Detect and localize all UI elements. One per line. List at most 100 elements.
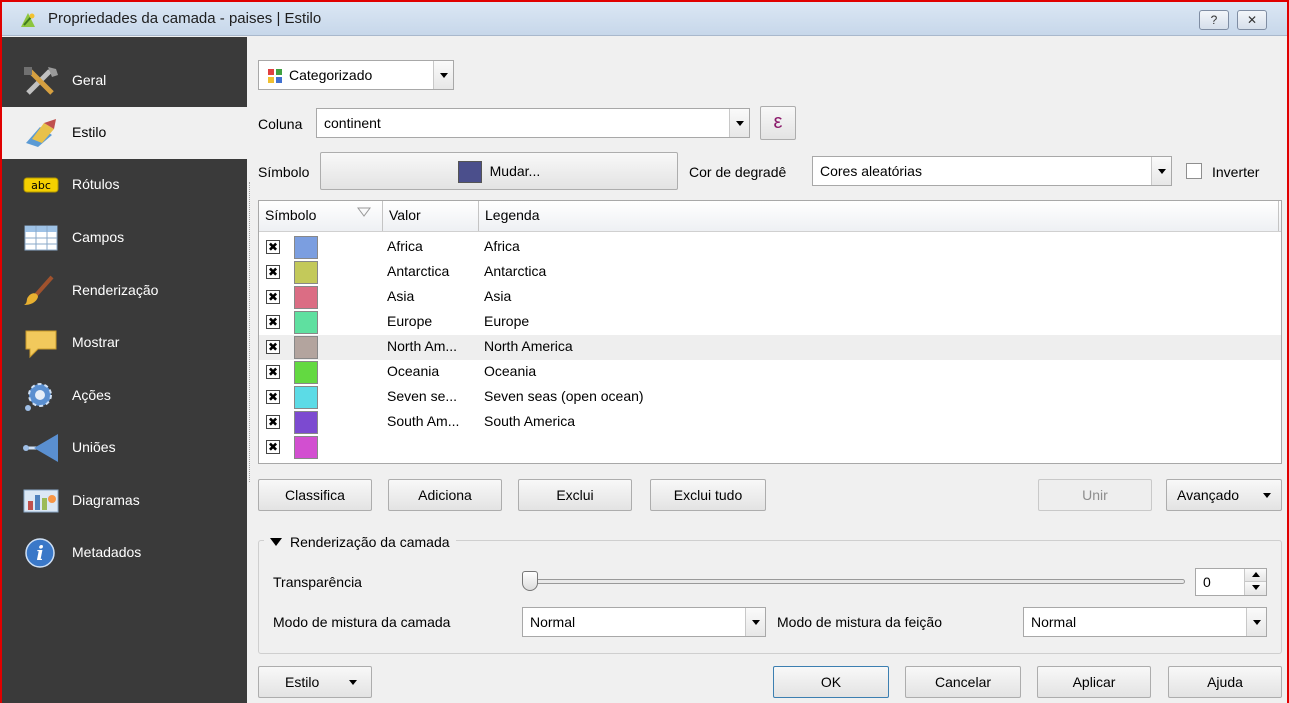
column-value: continent	[324, 115, 381, 131]
sidebar-item-label: Campos	[72, 229, 125, 245]
classify-button[interactable]: Classifica	[258, 479, 372, 511]
color-ramp-label: Cor de degradê	[689, 164, 787, 180]
category-value: Antarctica	[387, 263, 450, 279]
change-symbol-button[interactable]: Mudar...	[320, 152, 678, 190]
table-row[interactable]: ✖ Antarctica Antarctica	[259, 260, 1281, 285]
cancel-button[interactable]: Cancelar	[905, 666, 1021, 698]
close-window-button[interactable]: ✕	[1237, 10, 1267, 30]
delete-all-button[interactable]: Exclui tudo	[650, 479, 766, 511]
symbol-swatch[interactable]	[294, 361, 318, 384]
sidebar-item-metadados[interactable]: i Metadados	[2, 527, 247, 579]
visible-checkbox[interactable]: ✖	[266, 265, 280, 279]
layer-blend-select[interactable]: Normal	[522, 607, 766, 637]
window-title: Propriedades da camada - paises | Estilo	[48, 10, 322, 27]
column-header-value[interactable]: Valor	[383, 201, 479, 231]
categories-table[interactable]: Símbolo Valor Legenda ✖ Africa Africa ✖ …	[258, 200, 1282, 464]
visible-checkbox[interactable]: ✖	[266, 415, 280, 429]
visible-checkbox[interactable]: ✖	[266, 365, 280, 379]
ok-button[interactable]: OK	[773, 666, 889, 698]
visible-checkbox[interactable]: ✖	[266, 390, 280, 404]
color-ramp-select[interactable]: Cores aleatórias	[812, 156, 1172, 186]
symbol-swatch[interactable]	[294, 411, 318, 434]
chevron-down-icon[interactable]	[729, 109, 749, 137]
table-row[interactable]: ✖ Europe Europe	[259, 310, 1281, 335]
table-icon	[24, 225, 58, 251]
change-symbol-label: Mudar...	[489, 163, 541, 179]
add-category-button[interactable]: Adiciona	[388, 479, 502, 511]
help-title-button[interactable]: ?	[1199, 10, 1229, 30]
table-row[interactable]: ✖ Asia Asia	[259, 285, 1281, 310]
apply-button[interactable]: Aplicar	[1037, 666, 1151, 698]
table-row[interactable]: ✖ North Am... North America	[259, 335, 1281, 360]
column-select[interactable]: continent	[316, 108, 750, 138]
symbol-swatch[interactable]	[294, 261, 318, 284]
sidebar-item-rotulos[interactable]: abc Rótulos	[2, 159, 247, 211]
transparency-slider-handle[interactable]	[522, 571, 538, 591]
symbol-swatch[interactable]	[294, 336, 318, 359]
visible-checkbox[interactable]: ✖	[266, 240, 280, 254]
table-row[interactable]: ✖ Seven se... Seven seas (open ocean)	[259, 385, 1281, 410]
layer-blend-label: Modo de mistura da camada	[273, 614, 451, 630]
visible-checkbox[interactable]: ✖	[266, 315, 280, 329]
advanced-menu-button[interactable]: Avançado	[1166, 479, 1282, 511]
sidebar-item-estilo[interactable]: Estilo	[2, 107, 247, 159]
category-value: Seven se...	[387, 388, 458, 404]
sidebar-item-unioes[interactable]: Uniões	[2, 422, 247, 474]
chevron-down-icon[interactable]	[433, 61, 453, 89]
gear-icon	[25, 383, 52, 411]
table-row[interactable]: ✖ Africa Africa	[259, 235, 1281, 260]
spin-down-icon[interactable]	[1244, 582, 1266, 595]
sidebar-item-renderizacao[interactable]: Renderização	[2, 265, 247, 317]
sidebar-item-mostrar[interactable]: Mostrar	[2, 317, 247, 369]
symbol-swatch[interactable]	[294, 386, 318, 409]
category-legend: Antarctica	[484, 263, 547, 279]
title-bar: Propriedades da camada - paises | Estilo…	[2, 2, 1287, 36]
brush-icon	[24, 275, 54, 305]
symbol-swatch[interactable]	[294, 236, 318, 259]
renderer-type-select[interactable]: Categorizado	[258, 60, 454, 90]
sidebar-item-label: Geral	[72, 72, 107, 88]
feature-blend-value: Normal	[1031, 614, 1077, 630]
column-header-symbol[interactable]: Símbolo	[259, 201, 383, 231]
sidebar-item-diagramas[interactable]: Diagramas	[2, 475, 247, 527]
symbol-swatch[interactable]	[294, 436, 318, 459]
svg-text:i: i	[36, 541, 44, 565]
transparency-spinbox[interactable]: 0	[1195, 568, 1267, 596]
invert-checkbox[interactable]	[1186, 163, 1202, 179]
symbol-swatch[interactable]	[294, 286, 318, 309]
chevron-down-icon[interactable]	[1151, 157, 1171, 185]
join-icon	[23, 434, 58, 462]
join-button[interactable]: Unir	[1038, 479, 1152, 511]
help-button[interactable]: Ajuda	[1168, 666, 1282, 698]
chevron-down-icon[interactable]	[745, 608, 765, 636]
style-menu-button[interactable]: Estilo	[258, 666, 372, 698]
speech-bubble-icon	[25, 330, 57, 359]
transparency-label: Transparência	[273, 574, 362, 590]
collapse-triangle-icon	[270, 538, 282, 546]
table-row[interactable]: ✖ South Am... South America	[259, 410, 1281, 435]
table-row[interactable]: ✖ Oceania Oceania	[259, 360, 1281, 385]
chevron-down-icon[interactable]	[1246, 608, 1266, 636]
transparency-slider[interactable]	[529, 579, 1185, 584]
sidebar-item-label: Uniões	[72, 439, 116, 455]
splitter-handle[interactable]	[249, 182, 253, 482]
expression-button[interactable]: ε	[760, 106, 796, 140]
sidebar-item-geral[interactable]: Geral	[2, 55, 247, 107]
sort-indicator-icon	[357, 207, 371, 217]
spin-up-icon[interactable]	[1244, 569, 1266, 582]
layer-rendering-toggle[interactable]: Renderização da camada	[264, 534, 456, 550]
category-legend: Europe	[484, 313, 530, 329]
table-row[interactable]: ✖	[259, 435, 1281, 460]
paint-icon	[26, 119, 56, 147]
feature-blend-select[interactable]: Normal	[1023, 607, 1267, 637]
symbol-swatch[interactable]	[294, 311, 318, 334]
sidebar-item-label: Rótulos	[72, 176, 120, 192]
sidebar-item-acoes[interactable]: Ações	[2, 370, 247, 422]
visible-checkbox[interactable]: ✖	[266, 440, 280, 454]
visible-checkbox[interactable]: ✖	[266, 290, 280, 304]
sidebar-item-label: Renderização	[72, 282, 159, 298]
visible-checkbox[interactable]: ✖	[266, 340, 280, 354]
delete-category-button[interactable]: Exclui	[518, 479, 632, 511]
column-header-legend[interactable]: Legenda	[479, 201, 1279, 231]
sidebar-item-campos[interactable]: Campos	[2, 212, 247, 264]
